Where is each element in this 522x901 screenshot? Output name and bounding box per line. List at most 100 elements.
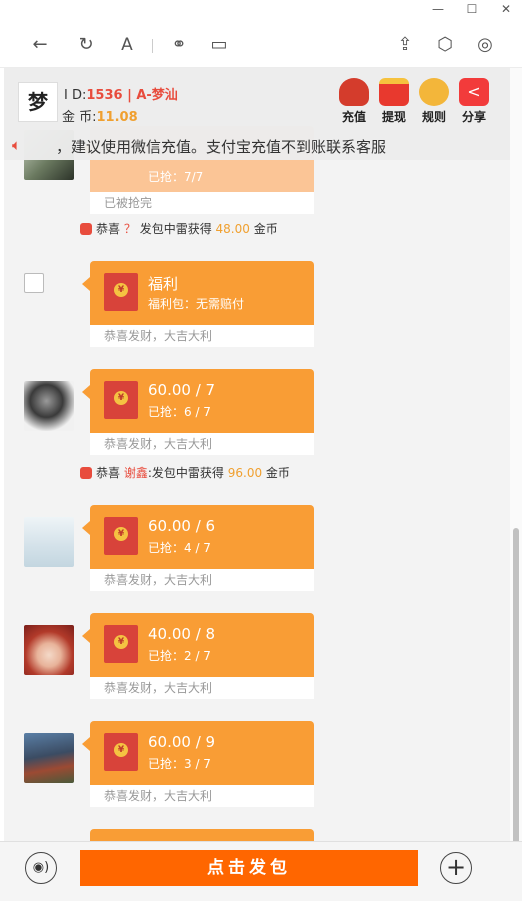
sys-user: ？	[123, 222, 136, 236]
scrollbar-thumb[interactable]	[513, 528, 519, 864]
red-packet-body[interactable]	[90, 829, 314, 841]
share-label: 分享	[461, 110, 486, 124]
packet-claimed: 已抢：3 / 7	[148, 757, 211, 771]
packet-amount: 40.00 / 8	[148, 625, 216, 643]
chat-message	[4, 829, 510, 841]
red-packet-body[interactable]: ¥ 60.00 / 6 已抢：4 / 7	[82, 505, 314, 569]
minimize-button[interactable]: —	[428, 2, 448, 16]
id-value: 1536 | A-梦汕	[86, 88, 178, 103]
font-size-icon[interactable]: A	[116, 34, 138, 56]
share-icon[interactable]: ⇪	[394, 34, 416, 56]
packet-amount: 60.00 / 9	[148, 733, 216, 751]
packet-footer: 恭喜发财，大吉大利	[90, 325, 314, 347]
chat-area[interactable]: 梦 I D:1536 | A-梦汕 金 币:11.08 充值 提现 规则 < 分…	[4, 68, 510, 841]
packet-footer: 恭喜发财，大吉大利	[90, 433, 314, 455]
envelope-icon: ¥	[104, 625, 138, 663]
avatar[interactable]	[24, 381, 74, 431]
packet-claimed: 已抢：6 / 7	[148, 405, 211, 419]
packet-claimed: 福利包：无需赔付	[148, 297, 245, 311]
sys-user: 谢鑫	[123, 466, 148, 480]
refresh-icon[interactable]: ↻	[75, 34, 97, 56]
packet-claimed: 已抢：2 / 7	[148, 649, 211, 663]
withdraw-button[interactable]: 提现	[376, 78, 412, 125]
avatar[interactable]	[24, 517, 74, 567]
rules-label: 规则	[421, 110, 446, 124]
chat-message: ¥ 60.00 / 6 已抢：4 / 7 恭喜发财，大吉大利	[4, 505, 510, 595]
red-packet[interactable]: ¥ 60.00 / 9 已抢：3 / 7 恭喜发财，大吉大利	[82, 721, 314, 807]
window-icon[interactable]: ▭	[208, 34, 230, 56]
packet-amount: 福利	[148, 275, 179, 293]
system-message: 恭喜 谢鑫:发包中雷获得 96.00 金币	[80, 464, 290, 481]
send-packet-button[interactable]: 点击发包	[80, 850, 418, 886]
speaker-icon: 🔈︎	[12, 136, 22, 154]
share-nodes-icon: <	[459, 78, 489, 106]
coins-icon	[419, 78, 449, 106]
packet-amount: 60.00 / 6	[148, 517, 216, 535]
avatar[interactable]	[24, 733, 74, 783]
broken-image-avatar[interactable]	[24, 273, 44, 293]
red-envelope-icon	[379, 78, 409, 106]
red-packet[interactable]: ¥ 40.00 / 8 已抢：2 / 7 恭喜发财，大吉大利	[82, 613, 314, 699]
cube-icon[interactable]: ⬡	[434, 34, 456, 56]
user-id-line: I D:1536 | A-梦汕	[64, 84, 178, 103]
envelope-icon: ¥	[104, 733, 138, 771]
notice-text: ，建议使用微信充值。支付宝充值不到账联系客服	[56, 138, 387, 156]
alert-icon	[80, 223, 92, 235]
browser-toolbar: ← ↻ A ⚭ ▭ ⇪ ⬡ ◎	[0, 22, 522, 68]
red-packet-body[interactable]: ¥ 60.00 / 7 已抢：6 / 7	[82, 369, 314, 433]
toolbar-divider	[152, 39, 153, 53]
close-button[interactable]: ✕	[496, 2, 516, 16]
sys-text: :发包中雷获得	[147, 466, 224, 480]
sys-text: 发包中雷获得	[139, 222, 212, 236]
notice-bar: 🔈︎ ，建议使用微信充值。支付宝充值不到账联系客服	[4, 130, 510, 160]
link-icon[interactable]: ⚭	[168, 34, 190, 56]
chat-message: ¥ 福利 福利包：无需赔付 恭喜发财，大吉大利	[4, 261, 510, 351]
chat-message: ¥ 60.00 / 7 已抢：6 / 7 恭喜发财，大吉大利	[4, 369, 510, 459]
account-header: 梦 I D:1536 | A-梦汕 金 币:11.08 充值 提现 规则 < 分…	[4, 68, 510, 130]
red-packet-body[interactable]: ¥ 60.00 / 9 已抢：3 / 7	[82, 721, 314, 785]
window-titlebar: — ☐ ✕	[0, 0, 522, 22]
maximize-button[interactable]: ☐	[462, 2, 482, 16]
sys-suffix: 金币	[253, 222, 278, 236]
red-packet[interactable]	[90, 829, 314, 841]
red-packet-body[interactable]: ¥ 40.00 / 8 已抢：2 / 7	[82, 613, 314, 677]
envelope-icon: ¥	[104, 381, 138, 419]
rules-button[interactable]: 规则	[416, 78, 452, 125]
coin-balance-line: 金 币:11.08	[62, 106, 138, 125]
recharge-label: 充值	[341, 110, 366, 124]
coin-label: 金 币:	[62, 110, 97, 125]
sys-amount: 96.00	[227, 466, 263, 480]
alert-icon	[80, 467, 92, 479]
voice-icon[interactable]: ◉)	[25, 852, 57, 884]
share-button[interactable]: < 分享	[456, 78, 492, 125]
sys-prefix: 恭喜	[96, 466, 121, 480]
money-bag-icon	[339, 78, 369, 106]
chat-message: ¥ 60.00 / 9 已抢：3 / 7 恭喜发财，大吉大利	[4, 721, 510, 811]
packet-footer: 已被抢完	[90, 192, 314, 214]
system-message: 恭喜 ？ 发包中雷获得 48.00 金币	[80, 220, 278, 237]
back-icon[interactable]: ←	[29, 34, 51, 56]
packet-footer: 恭喜发财，大吉大利	[90, 785, 314, 807]
sys-amount: 48.00	[215, 222, 250, 236]
red-packet[interactable]: ¥ 60.00 / 7 已抢：6 / 7 恭喜发财，大吉大利	[82, 369, 314, 455]
red-packet[interactable]: ¥ 福利 福利包：无需赔付 恭喜发财，大吉大利	[82, 261, 314, 347]
red-packet[interactable]: ¥ 60.00 / 6 已抢：4 / 7 恭喜发财，大吉大利	[82, 505, 314, 591]
id-label: I D:	[64, 88, 87, 103]
avatar[interactable]	[24, 625, 74, 675]
red-packet-body[interactable]: ¥ 福利 福利包：无需赔付	[82, 261, 314, 325]
packet-claimed: 已抢：4 / 7	[148, 541, 211, 555]
coin-value: 11.08	[96, 110, 138, 125]
sys-suffix: 金币	[265, 466, 290, 480]
withdraw-label: 提现	[381, 110, 406, 124]
packet-footer: 恭喜发财，大吉大利	[90, 569, 314, 591]
packet-footer: 恭喜发财，大吉大利	[90, 677, 314, 699]
plus-icon[interactable]: +	[440, 852, 472, 884]
settings-icon[interactable]: ◎	[474, 34, 496, 56]
envelope-icon: ¥	[104, 517, 138, 555]
chat-scrollbar[interactable]	[510, 68, 522, 864]
packet-claimed: 已抢：7/7	[148, 170, 204, 184]
sys-prefix: 恭喜	[96, 222, 121, 236]
envelope-icon: ¥	[104, 273, 138, 311]
recharge-button[interactable]: 充值	[336, 78, 372, 125]
packet-amount: 60.00 / 7	[148, 381, 216, 399]
